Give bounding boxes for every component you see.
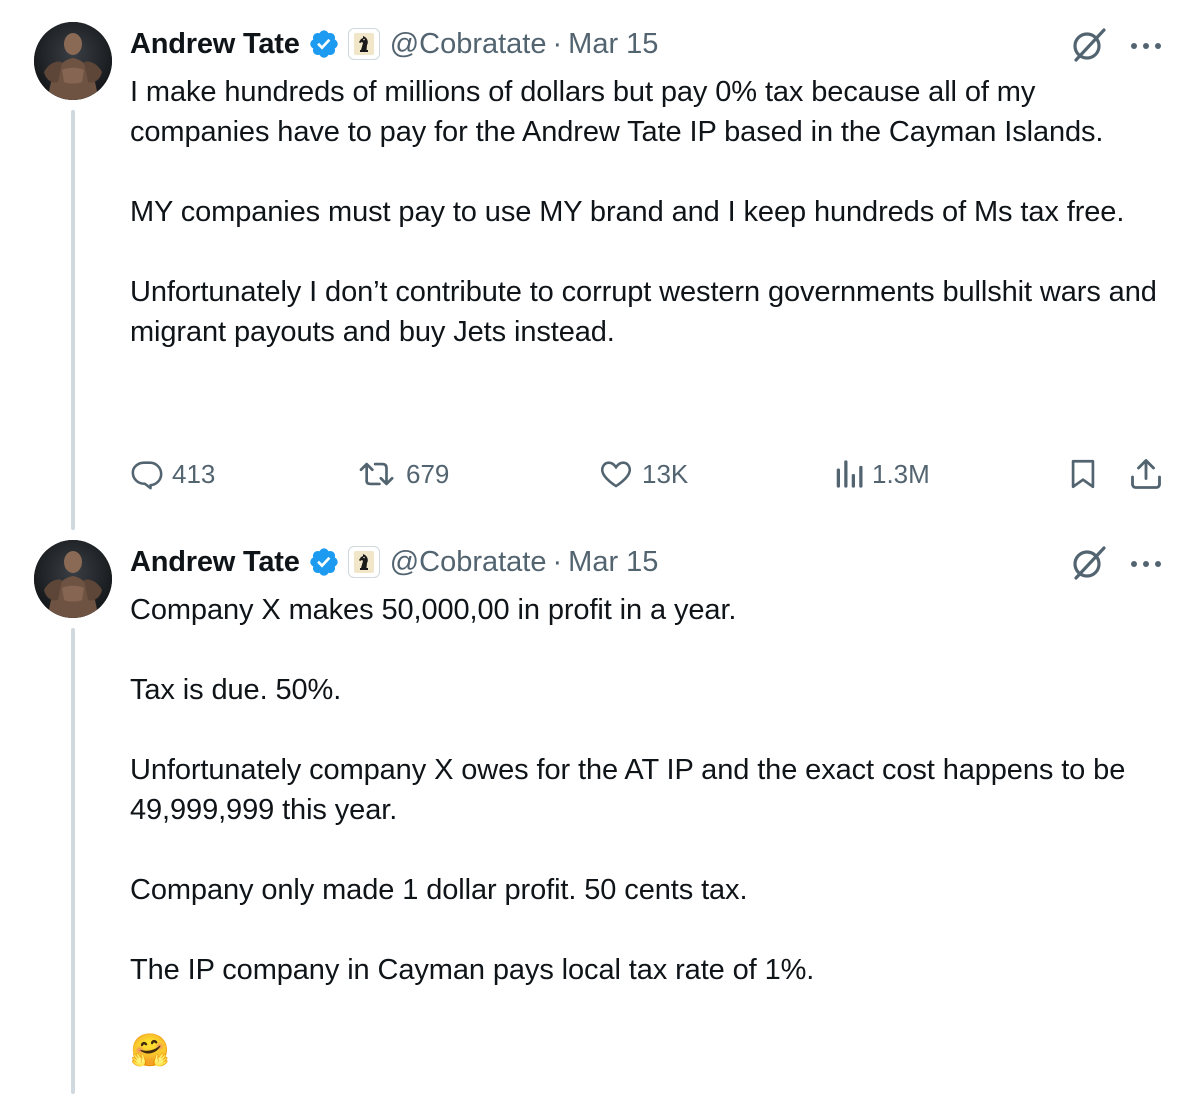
analytics-bars-icon bbox=[836, 460, 863, 488]
author-handle[interactable]: @Cobratate bbox=[390, 28, 547, 61]
chess-knight-icon bbox=[353, 551, 374, 573]
tweet-header: Andrew Tate @Cobratate · Mar 15 bbox=[130, 542, 658, 582]
reply-icon bbox=[131, 461, 163, 490]
chess-knight-icon bbox=[353, 33, 374, 55]
like-count: 13K bbox=[642, 458, 689, 489]
verified-badge-icon[interactable] bbox=[308, 546, 340, 578]
tweet-date[interactable]: Mar 15 bbox=[568, 546, 658, 579]
grok-icon[interactable] bbox=[1068, 24, 1110, 66]
hugging-face-emoji: 🤗 bbox=[130, 1032, 170, 1068]
thread-connector-line bbox=[71, 628, 75, 1094]
affiliate-badge[interactable] bbox=[347, 546, 380, 578]
bookmark-icon bbox=[1071, 459, 1095, 489]
tweet-paragraph: I make hundreds of millions of dollars b… bbox=[130, 76, 1104, 148]
tweet-paragraph: Company only made 1 dollar profit. 50 ce… bbox=[130, 874, 748, 906]
reply-count: 413 bbox=[172, 458, 216, 489]
avatar[interactable] bbox=[34, 22, 112, 100]
tweet-paragraph: MY companies must pay to use MY brand an… bbox=[130, 196, 1125, 228]
tweet-paragraph: The IP company in Cayman pays local tax … bbox=[130, 954, 815, 986]
bookmark-button[interactable] bbox=[1066, 454, 1100, 494]
author-name[interactable]: Andrew Tate bbox=[130, 546, 300, 579]
tweet-date[interactable]: Mar 15 bbox=[568, 28, 658, 61]
more-options-icon[interactable] bbox=[1128, 546, 1164, 582]
heart-icon bbox=[600, 461, 632, 488]
tweet-thread: Andrew Tate @Cobratate · Mar 15 I make h… bbox=[0, 0, 1196, 1094]
share-button[interactable] bbox=[1128, 454, 1164, 494]
tweet-actions: 413 679 13K 1.3M bbox=[0, 454, 1196, 494]
avatar-photo-icon bbox=[34, 540, 112, 618]
more-options-icon[interactable] bbox=[1128, 28, 1164, 64]
retweet-count: 679 bbox=[406, 458, 450, 489]
reply-button[interactable]: 413 bbox=[130, 454, 215, 494]
avatar[interactable] bbox=[34, 540, 112, 618]
tweet-paragraph: Company X makes 50,000,00 in profit in a… bbox=[130, 594, 737, 626]
tweet-paragraph: Tax is due. 50%. bbox=[130, 674, 342, 706]
grok-icon[interactable] bbox=[1068, 542, 1110, 584]
verified-badge-icon[interactable] bbox=[308, 28, 340, 60]
share-icon bbox=[1131, 459, 1161, 489]
tweet-paragraph: Unfortunately I don’t contribute to corr… bbox=[130, 276, 1157, 348]
separator-dot: · bbox=[552, 27, 563, 60]
retweet-icon bbox=[359, 462, 394, 486]
avatar-photo-icon bbox=[34, 22, 112, 100]
author-handle[interactable]: @Cobratate bbox=[390, 546, 547, 579]
tweet-paragraph: Unfortunately company X owes for the AT … bbox=[130, 754, 1126, 826]
affiliate-badge[interactable] bbox=[347, 28, 380, 60]
tweet-text: Company X makes 50,000,00 in profit in a… bbox=[130, 590, 1170, 1072]
tweet-header: Andrew Tate @Cobratate · Mar 15 bbox=[130, 24, 658, 64]
author-name[interactable]: Andrew Tate bbox=[130, 28, 300, 61]
views-button[interactable]: 1.3M bbox=[834, 454, 930, 494]
retweet-button[interactable]: 679 bbox=[358, 454, 449, 494]
separator-dot: · bbox=[552, 545, 563, 578]
tweet-text: I make hundreds of millions of dollars b… bbox=[130, 72, 1170, 352]
like-button[interactable]: 13K bbox=[598, 454, 688, 494]
views-count: 1.3M bbox=[872, 458, 930, 489]
